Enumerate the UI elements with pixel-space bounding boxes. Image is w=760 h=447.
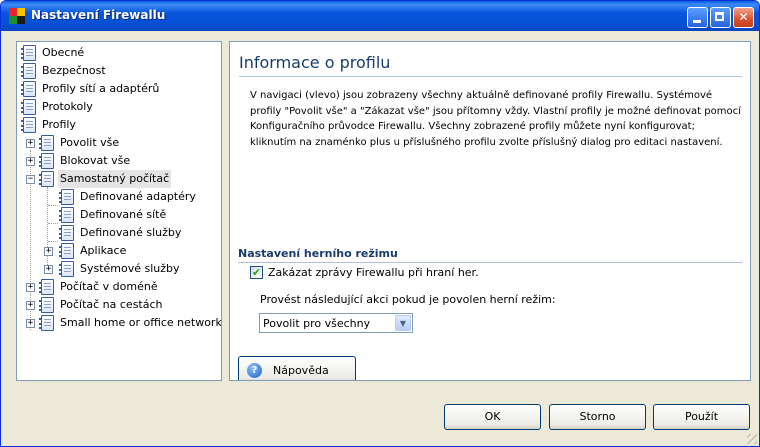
minimize-icon — [693, 20, 701, 23]
page-icon — [59, 189, 74, 205]
tree-item-label: Protokoly — [42, 100, 93, 113]
app-logo-icon — [9, 8, 25, 24]
expand-icon[interactable]: + — [26, 301, 35, 310]
tree-item-samostatny-pocitac[interactable]: − Samostatný počítač — [17, 170, 217, 188]
tree-item-systemove-sluzby[interactable]: + Systémové služby — [17, 260, 217, 278]
tree-item-label: Profily — [42, 118, 76, 131]
resize-grip-icon[interactable] — [747, 434, 757, 444]
tree-item-label: Počítač v doméně — [60, 280, 158, 293]
disable-messages-checkbox[interactable]: ✔ — [250, 266, 263, 279]
tree-item-label: Small home or office network — [60, 316, 222, 329]
select-value: Povolit pro všechny — [263, 317, 371, 330]
page-icon — [39, 153, 54, 169]
collapse-icon[interactable]: − — [26, 175, 35, 184]
tree-item-pocitac-na-cestach[interactable]: + Počítač na cestách — [17, 296, 217, 314]
page-title: Informace o profilu — [239, 53, 391, 72]
expand-icon[interactable]: + — [26, 319, 35, 328]
close-button[interactable]: ✕ — [733, 7, 754, 28]
expand-icon[interactable]: + — [44, 265, 53, 274]
tree-item-label: Profily sítí a adaptérů — [42, 82, 160, 95]
tree-item-blokovat-vse[interactable]: + Blokovat vše — [17, 152, 217, 170]
page-icon — [59, 243, 74, 259]
expand-icon[interactable]: + — [26, 283, 35, 292]
game-mode-section-title: Nastavení herního režimu — [238, 247, 398, 260]
tree-item-definovane-sluzby[interactable]: Definované služby — [17, 224, 217, 242]
tree-item-label: Bezpečnost — [42, 64, 106, 77]
tree-item-pocitac-v-domene[interactable]: + Počítač v doméně — [17, 278, 217, 296]
page-icon — [59, 207, 74, 223]
maximize-button[interactable] — [710, 7, 731, 28]
close-icon: ✕ — [738, 10, 749, 24]
tree-item-label: Počítač na cestách — [60, 298, 163, 311]
cancel-button[interactable]: Storno — [549, 404, 646, 430]
help-icon: ? — [247, 363, 262, 378]
divider — [239, 76, 742, 77]
tree-item-label: Samostatný počítač — [58, 170, 172, 188]
minimize-button[interactable] — [687, 7, 708, 28]
divider — [238, 262, 742, 263]
expand-icon[interactable]: + — [26, 139, 35, 148]
tree-item-obecne[interactable]: Obecné — [17, 44, 217, 62]
tree-item-definovane-site[interactable]: Definované sítě — [17, 206, 217, 224]
page-icon — [21, 99, 36, 115]
dropdown-arrow-icon[interactable]: ▼ — [395, 315, 411, 331]
tree-item-profily-siti[interactable]: Profily sítí a adaptérů — [17, 80, 217, 98]
page-icon — [59, 261, 74, 277]
checkmark-icon: ✔ — [251, 266, 262, 279]
firewall-settings-window: Nastavení Firewallu ✕ Obecné Bezpečnost … — [0, 0, 760, 447]
tree-item-label: Definované služby — [80, 226, 182, 239]
expand-icon[interactable]: + — [26, 157, 35, 166]
tree-item-protokoly[interactable]: Protokoly — [17, 98, 217, 116]
page-icon — [21, 81, 36, 97]
tree-item-small-home-office[interactable]: + Small home or office network — [17, 314, 221, 332]
page-icon — [39, 315, 54, 331]
tree-item-profily[interactable]: Profily — [17, 116, 217, 134]
tree-item-label: Povolit vše — [60, 136, 120, 149]
disable-messages-label[interactable]: Zakázat zprávy Firewallu při hraní her. — [268, 266, 479, 279]
tree-item-label: Aplikace — [80, 244, 127, 257]
page-icon — [21, 117, 36, 133]
tree-item-label: Obecné — [42, 46, 85, 59]
page-icon — [39, 135, 54, 151]
help-button-label: Nápověda — [273, 364, 329, 377]
window-title: Nastavení Firewallu — [31, 8, 166, 22]
page-icon — [21, 63, 36, 79]
tree-item-bezpecnost[interactable]: Bezpečnost — [17, 62, 217, 80]
tree-item-aplikace[interactable]: + Aplikace — [17, 242, 217, 260]
page-icon — [39, 279, 54, 295]
tree-item-label: Systémové služby — [80, 262, 180, 275]
page-icon — [39, 171, 54, 187]
page-icon — [39, 297, 54, 313]
navigation-tree[interactable]: Obecné Bezpečnost Profily sítí a adaptér… — [16, 41, 222, 381]
apply-button[interactable]: Použít — [653, 404, 750, 430]
maximize-icon — [715, 12, 724, 21]
title-bar[interactable]: Nastavení Firewallu ✕ — [1, 1, 759, 31]
tree-item-povolit-vse[interactable]: + Povolit vše — [17, 134, 217, 152]
game-mode-action-select[interactable]: Povolit pro všechny ▼ — [259, 313, 413, 333]
tree-item-label: Definované adaptéry — [80, 190, 196, 203]
ok-button[interactable]: OK — [444, 404, 541, 430]
expand-icon[interactable]: + — [44, 247, 53, 256]
game-mode-action-label: Provést následující akci pokud je povole… — [260, 293, 556, 306]
help-button[interactable]: ? Nápověda — [238, 356, 356, 380]
page-icon — [21, 45, 36, 61]
tree-item-label: Definované sítě — [80, 208, 167, 221]
profile-info-panel: Informace o profilu V navigaci (vlevo) j… — [229, 41, 751, 381]
page-icon — [59, 225, 74, 241]
profile-description: V navigaci (vlevo) jsou zobrazeny všechn… — [250, 90, 741, 148]
tree-item-label: Blokovat vše — [60, 154, 131, 167]
tree-item-definovane-adaptery[interactable]: Definované adaptéry — [17, 188, 217, 206]
